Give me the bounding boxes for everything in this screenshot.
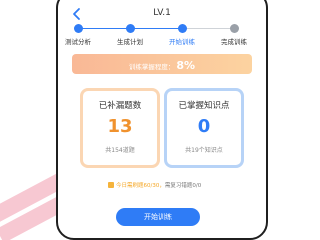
step-dot-done [74,24,83,33]
phone-frame: LV.1 测试分析 生成计划 开始训练 完成训练 训练掌握程度： 8% 已补漏题数… [56,0,268,240]
start-training-button[interactable]: 开始训练 [116,208,200,226]
mastery-label: 训练掌握程度： [128,63,175,71]
daily-tip: 今日需刷题60/30，需复习错题0/0 [108,181,201,189]
leak-card-title: 已补漏题数 [98,101,142,111]
step-progress: 测试分析 生成计划 开始训练 完成训练 [58,24,266,52]
step-label-start-training: 开始训练 [169,38,195,46]
step-label-test-analysis: 测试分析 [65,38,91,46]
knowledge-card-title: 已掌握知识点 [178,101,230,111]
tip-rest: 需复习错题0/0 [164,183,202,189]
step-connector [82,28,130,29]
step-label-complete-training: 完成训练 [221,38,247,46]
leak-questions-card: 已补漏题数 13 共154道题 [80,88,160,168]
step-connector [134,28,182,29]
tip-highlight: 今日需刷题60/30， [116,183,165,189]
mastery-value: 8% [176,59,196,72]
leak-card-value: 13 [107,116,133,137]
knowledge-card-subtitle: 共19个知识点 [185,147,223,154]
leak-card-subtitle: 共154道题 [105,147,135,154]
step-label-generate-plan: 生成计划 [117,38,143,46]
step-dot-done [126,24,135,33]
warning-icon [108,182,114,188]
knowledge-card-value: 0 [197,116,211,137]
knowledge-points-card: 已掌握知识点 0 共19个知识点 [164,88,244,168]
mastery-progress-banner: 训练掌握程度： 8% [72,54,252,74]
header-bar: LV.1 [58,6,266,20]
step-connector [186,28,234,29]
step-dot-pending [230,24,239,33]
step-dot-active [178,24,187,33]
page-title: LV.1 [153,8,171,18]
